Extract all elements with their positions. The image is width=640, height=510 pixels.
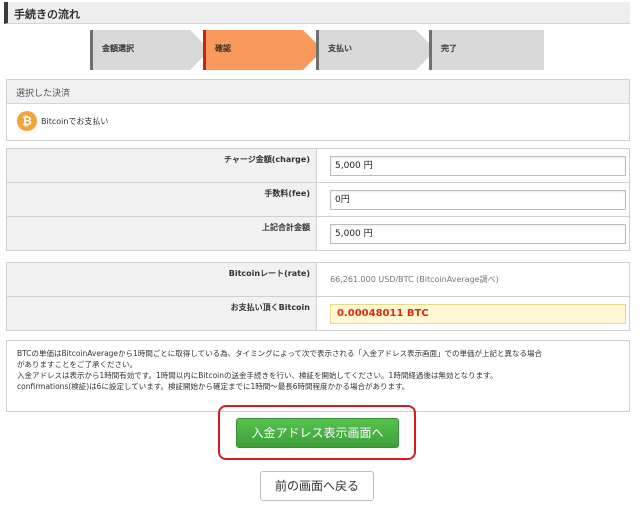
payment-method-row: ₿ Bitcoinでお支払い	[7, 104, 629, 138]
payment-method-text: Bitcoinでお支払い	[41, 117, 109, 126]
section-header: 手続きの流れ	[4, 2, 630, 24]
back-button[interactable]: 前の画面へ戻る	[260, 471, 374, 501]
fee-label: 手数料(fee)	[6, 182, 317, 217]
total-cell: 5,000 円	[316, 216, 630, 251]
selected-payment-panel: 選択した決済 ₿ Bitcoinでお支払い	[6, 79, 630, 141]
notice-line: がありますことをご了承ください。	[17, 360, 137, 369]
panel-title: 選択した決済	[16, 89, 71, 99]
progress-steps: 金額選択 確認 支払い 完了	[90, 30, 546, 70]
total-row: 上記合計金額 5,000 円	[6, 216, 630, 251]
panel-header: 選択した決済	[7, 80, 629, 104]
notice-box: BTCの単価はBitcoinAverageから1時間ごとに取得している為、タイミ…	[6, 340, 630, 412]
step-amount-select: 金額選択	[90, 30, 212, 70]
notice-line: 入金アドレスは表示から1時間有効です。1時間以内にBitcoinの送金手続きを行…	[17, 371, 498, 380]
bitcoin-icon: ₿	[17, 111, 37, 131]
charge-cell: 5,000 円	[316, 148, 630, 183]
section-title: 手続きの流れ	[14, 8, 80, 21]
step-confirm: 確認	[203, 30, 325, 70]
show-deposit-address-button[interactable]: 入金アドレス表示画面へ	[236, 418, 399, 448]
step-label: 支払い	[328, 44, 352, 53]
charge-amount-field: 5,000 円	[330, 155, 626, 176]
total-amount-field: 5,000 円	[330, 223, 626, 244]
btc-amount-row: お支払い頂くBitcoin 0.00048011 BTC	[6, 296, 630, 331]
charge-label: チャージ金額(charge)	[6, 148, 317, 183]
step-label: 完了	[441, 44, 457, 53]
step-label: 確認	[215, 44, 231, 53]
step-complete: 完了	[429, 30, 546, 70]
amount-table: チャージ金額(charge) 5,000 円 手数料(fee) 0円 上記合計金…	[6, 148, 630, 251]
step-payment: 支払い	[316, 30, 438, 70]
notice-line: confirmations(検証)は6に設定しています。検証開始から確定までに1…	[17, 382, 410, 391]
rate-row: Bitcoinレート(rate) 66,261.000 USD/BTC (Bit…	[6, 262, 630, 297]
btc-amount-cell: 0.00048011 BTC	[316, 296, 630, 331]
charge-row: チャージ金額(charge) 5,000 円	[6, 148, 630, 183]
rate-value: 66,261.000 USD/BTC (BitcoinAverage調べ)	[330, 275, 499, 284]
btc-amount-label: お支払い頂くBitcoin	[6, 296, 317, 331]
btc-amount-value: 0.00048011 BTC	[330, 303, 626, 324]
rate-label: Bitcoinレート(rate)	[6, 262, 317, 297]
step-label: 金額選択	[102, 44, 134, 53]
rate-cell: 66,261.000 USD/BTC (BitcoinAverage調べ)	[316, 262, 630, 297]
rate-table: Bitcoinレート(rate) 66,261.000 USD/BTC (Bit…	[6, 262, 630, 331]
fee-cell: 0円	[316, 182, 630, 217]
notice-line: BTCの単価はBitcoinAverageから1時間ごとに取得している為、タイミ…	[17, 349, 542, 358]
fee-row: 手数料(fee) 0円	[6, 182, 630, 217]
fee-field: 0円	[330, 189, 626, 210]
total-label: 上記合計金額	[6, 216, 317, 251]
